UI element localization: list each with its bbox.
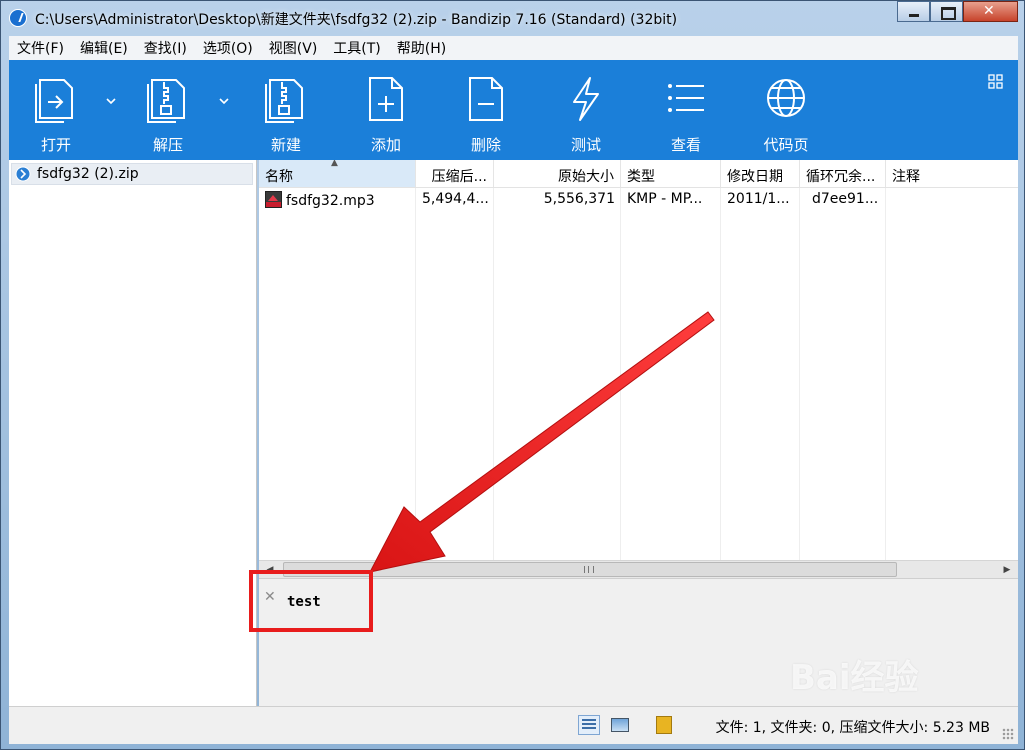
extract-icon bbox=[147, 79, 185, 123]
folder-tree-pane: fsdfg32 (2).zip bbox=[9, 160, 257, 706]
close-comment-icon[interactable]: ✕ bbox=[264, 589, 276, 605]
baidu-watermark: Bai经验 bbox=[790, 658, 919, 698]
title-bar[interactable]: C:\Users\Administrator\Desktop\新建文件夹\fsd… bbox=[1, 1, 1024, 35]
horizontal-scrollbar[interactable]: ◀ ▶ bbox=[259, 560, 1018, 579]
extract-label: 解压 bbox=[152, 136, 183, 154]
menu-bar: 文件(F) 编辑(E) 查找(I) 选项(O) 视图(V) 工具(T) 帮助(H… bbox=[9, 36, 1018, 61]
status-summary: 文件: 1, 文件夹: 0, 压缩文件大小: 5.23 MB bbox=[715, 720, 990, 736]
new-archive-button[interactable]: 新建 bbox=[251, 74, 321, 155]
caption-buttons bbox=[897, 1, 1018, 23]
details-view-icon[interactable] bbox=[578, 715, 600, 735]
column-header-row: ▲ 名称 压缩后... 原始大小 类型 修改日期 循环冗余... 注释 bbox=[259, 160, 1018, 188]
column-header-crc[interactable]: 循环冗余... bbox=[800, 160, 886, 187]
chevron-down-icon bbox=[219, 98, 229, 105]
menu-options[interactable]: 选项(O) bbox=[195, 38, 261, 58]
delete-button[interactable]: 删除 bbox=[451, 74, 521, 155]
codepage-label: 代码页 bbox=[763, 136, 809, 154]
zip-archive-icon bbox=[15, 166, 31, 182]
close-button[interactable] bbox=[963, 1, 1018, 22]
mp3-file-icon bbox=[265, 191, 282, 208]
file-original-size: 5,556,371 bbox=[543, 191, 615, 207]
open-button[interactable]: 打开 bbox=[21, 74, 91, 155]
scroll-right-icon[interactable]: ▶ bbox=[1000, 563, 1014, 577]
globe-icon bbox=[767, 79, 805, 117]
extract-dropdown[interactable] bbox=[217, 94, 231, 108]
menu-edit[interactable]: 编辑(E) bbox=[72, 38, 136, 58]
column-header-modified[interactable]: 修改日期 bbox=[721, 160, 800, 187]
add-button[interactable]: 添加 bbox=[351, 74, 421, 155]
column-header-comment[interactable]: 注释 bbox=[886, 160, 1018, 187]
scroll-left-icon[interactable]: ◀ bbox=[263, 563, 277, 577]
menu-file[interactable]: 文件(F) bbox=[9, 38, 72, 58]
delete-label: 删除 bbox=[470, 136, 501, 154]
bandizip-window: C:\Users\Administrator\Desktop\新建文件夹\fsd… bbox=[0, 0, 1025, 750]
column-gridlines bbox=[259, 187, 1018, 563]
layout-grid-button[interactable] bbox=[988, 74, 1004, 90]
test-label: 测试 bbox=[570, 136, 601, 154]
test-button[interactable]: 测试 bbox=[551, 74, 621, 155]
add-file-icon bbox=[369, 77, 403, 121]
menu-find[interactable]: 查找(I) bbox=[136, 38, 195, 58]
thumbnail-view-icon[interactable] bbox=[609, 715, 631, 735]
new-label: 新建 bbox=[270, 136, 301, 154]
file-name: fsdfg32.mp3 bbox=[286, 193, 375, 209]
file-row[interactable]: fsdfg32.mp3 5,494,4... 5,556,371 KMP - M… bbox=[259, 188, 1018, 210]
add-label: 添加 bbox=[370, 136, 401, 154]
lightning-icon bbox=[573, 77, 599, 121]
tree-item-archive[interactable]: fsdfg32 (2).zip bbox=[11, 163, 253, 185]
toolbar: 打开 解压 新建 添加 删除 测试 查看 代码页 bbox=[9, 60, 1018, 160]
archive-lock-icon[interactable] bbox=[654, 715, 676, 735]
file-type: KMP - MP... bbox=[627, 191, 703, 207]
minimize-button[interactable] bbox=[897, 1, 930, 22]
status-bar: 文件: 1, 文件夹: 0, 压缩文件大小: 5.23 MB bbox=[9, 706, 1018, 744]
new-archive-icon bbox=[265, 79, 303, 123]
file-comment bbox=[886, 188, 1018, 210]
column-header-original-size[interactable]: 原始大小 bbox=[494, 160, 621, 187]
grip-icon bbox=[584, 566, 594, 573]
delete-file-icon bbox=[469, 77, 503, 121]
menu-view[interactable]: 视图(V) bbox=[261, 38, 326, 58]
column-header-compressed[interactable]: 压缩后... bbox=[416, 160, 494, 187]
archive-comment-text: test bbox=[287, 594, 321, 610]
open-dropdown[interactable] bbox=[104, 94, 118, 108]
bandizip-app-icon[interactable] bbox=[9, 9, 27, 27]
maximize-button[interactable] bbox=[930, 1, 963, 22]
chevron-down-icon bbox=[106, 98, 116, 105]
list-view-icon bbox=[668, 84, 704, 112]
file-compressed-size: 5,494,4... bbox=[422, 191, 489, 207]
scroll-thumb[interactable] bbox=[283, 562, 897, 577]
grid-icon bbox=[988, 74, 1003, 89]
open-icon bbox=[35, 79, 73, 123]
file-crc: d7ee91... bbox=[812, 191, 879, 207]
window-title: C:\Users\Administrator\Desktop\新建文件夹\fsd… bbox=[35, 12, 678, 28]
resize-grip-icon[interactable] bbox=[1002, 728, 1014, 740]
open-label: 打开 bbox=[40, 136, 71, 154]
codepage-button[interactable]: 代码页 bbox=[751, 74, 821, 155]
extract-button[interactable]: 解压 bbox=[133, 74, 203, 155]
sort-ascending-icon: ▲ bbox=[331, 160, 338, 168]
file-list-pane: ▲ 名称 压缩后... 原始大小 类型 修改日期 循环冗余... 注释 fsdf… bbox=[259, 160, 1018, 563]
column-header-name-label: 名称 bbox=[265, 169, 293, 185]
view-button[interactable]: 查看 bbox=[651, 74, 721, 155]
view-label: 查看 bbox=[670, 136, 701, 154]
file-name-cell: fsdfg32.mp3 bbox=[259, 188, 416, 210]
column-header-type[interactable]: 类型 bbox=[621, 160, 721, 187]
menu-tools[interactable]: 工具(T) bbox=[325, 38, 388, 58]
column-header-name[interactable]: ▲ 名称 bbox=[259, 160, 416, 187]
tree-item-label: fsdfg32 (2).zip bbox=[37, 166, 139, 182]
file-modified: 2011/1... bbox=[727, 191, 790, 207]
menu-help[interactable]: 帮助(H) bbox=[389, 38, 454, 58]
